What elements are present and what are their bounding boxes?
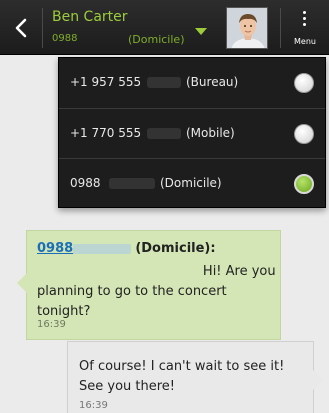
incoming-message-bubble[interactable]: 0988 (Domicile): 0988XXXXXX (Domicile): … [17, 230, 281, 340]
chevron-left-icon [15, 18, 27, 37]
option-type: (Domicile) [160, 176, 222, 190]
message-sender: 0988 (Domicile): [37, 241, 216, 256]
option-number: +1 770 555 [70, 126, 142, 140]
contact-photo-icon [227, 8, 267, 48]
radio-button-selected[interactable] [294, 174, 314, 194]
sender-number-link[interactable]: 0988 [37, 241, 73, 256]
back-button[interactable] [0, 0, 42, 55]
option-number: 0988 [70, 176, 101, 190]
radio-button[interactable] [294, 73, 314, 93]
redacted-digits [147, 128, 181, 139]
option-type: (Bureau) [186, 75, 239, 89]
phone-number-dropdown: +1 957 555 (Bureau) +1 770 555 (Mobile) … [58, 57, 326, 208]
option-number: +1 957 555 [70, 75, 142, 89]
menu-button[interactable]: Menu [281, 0, 329, 55]
redacted-digits [109, 178, 155, 189]
radio-button[interactable] [294, 124, 314, 144]
menu-label: Menu [294, 37, 316, 46]
contact-number-label: (Domicile) [128, 33, 185, 46]
message-timestamp: 16:39 [79, 400, 108, 411]
contact-number: 0988 [52, 33, 78, 44]
message-body: Of course! I can't wait to see it! See y… [79, 359, 285, 394]
message-timestamp: 16:39 [37, 319, 66, 330]
contact-selector[interactable]: Ben Carter 0988 (Domicile) [43, 0, 215, 55]
outgoing-message-bubble[interactable]: Of course! I can't wait to see it! See y… [67, 341, 323, 413]
avatar[interactable] [226, 7, 268, 49]
message-text: 0988XXXXXX (Domicile): Hi! Are you plann… [37, 262, 277, 322]
conversation-header: Ben Carter 0988 (Domicile) Menu [0, 0, 329, 55]
message-body: Hi! Are you planning to go to the concer… [37, 264, 276, 319]
triangle-down-icon[interactable] [195, 28, 207, 35]
redacted-digits [147, 77, 181, 88]
contact-name: Ben Carter [52, 9, 128, 25]
number-option-mobile[interactable]: +1 770 555 (Mobile) [59, 108, 325, 158]
sender-label: (Domicile): [135, 241, 216, 256]
number-option-bureau[interactable]: +1 957 555 (Bureau) [59, 58, 325, 108]
vertical-dots-icon [303, 11, 307, 29]
redacted-digits [73, 243, 132, 254]
option-type: (Mobile) [186, 126, 235, 140]
number-option-domicile[interactable]: 0988 (Domicile) [59, 158, 325, 208]
